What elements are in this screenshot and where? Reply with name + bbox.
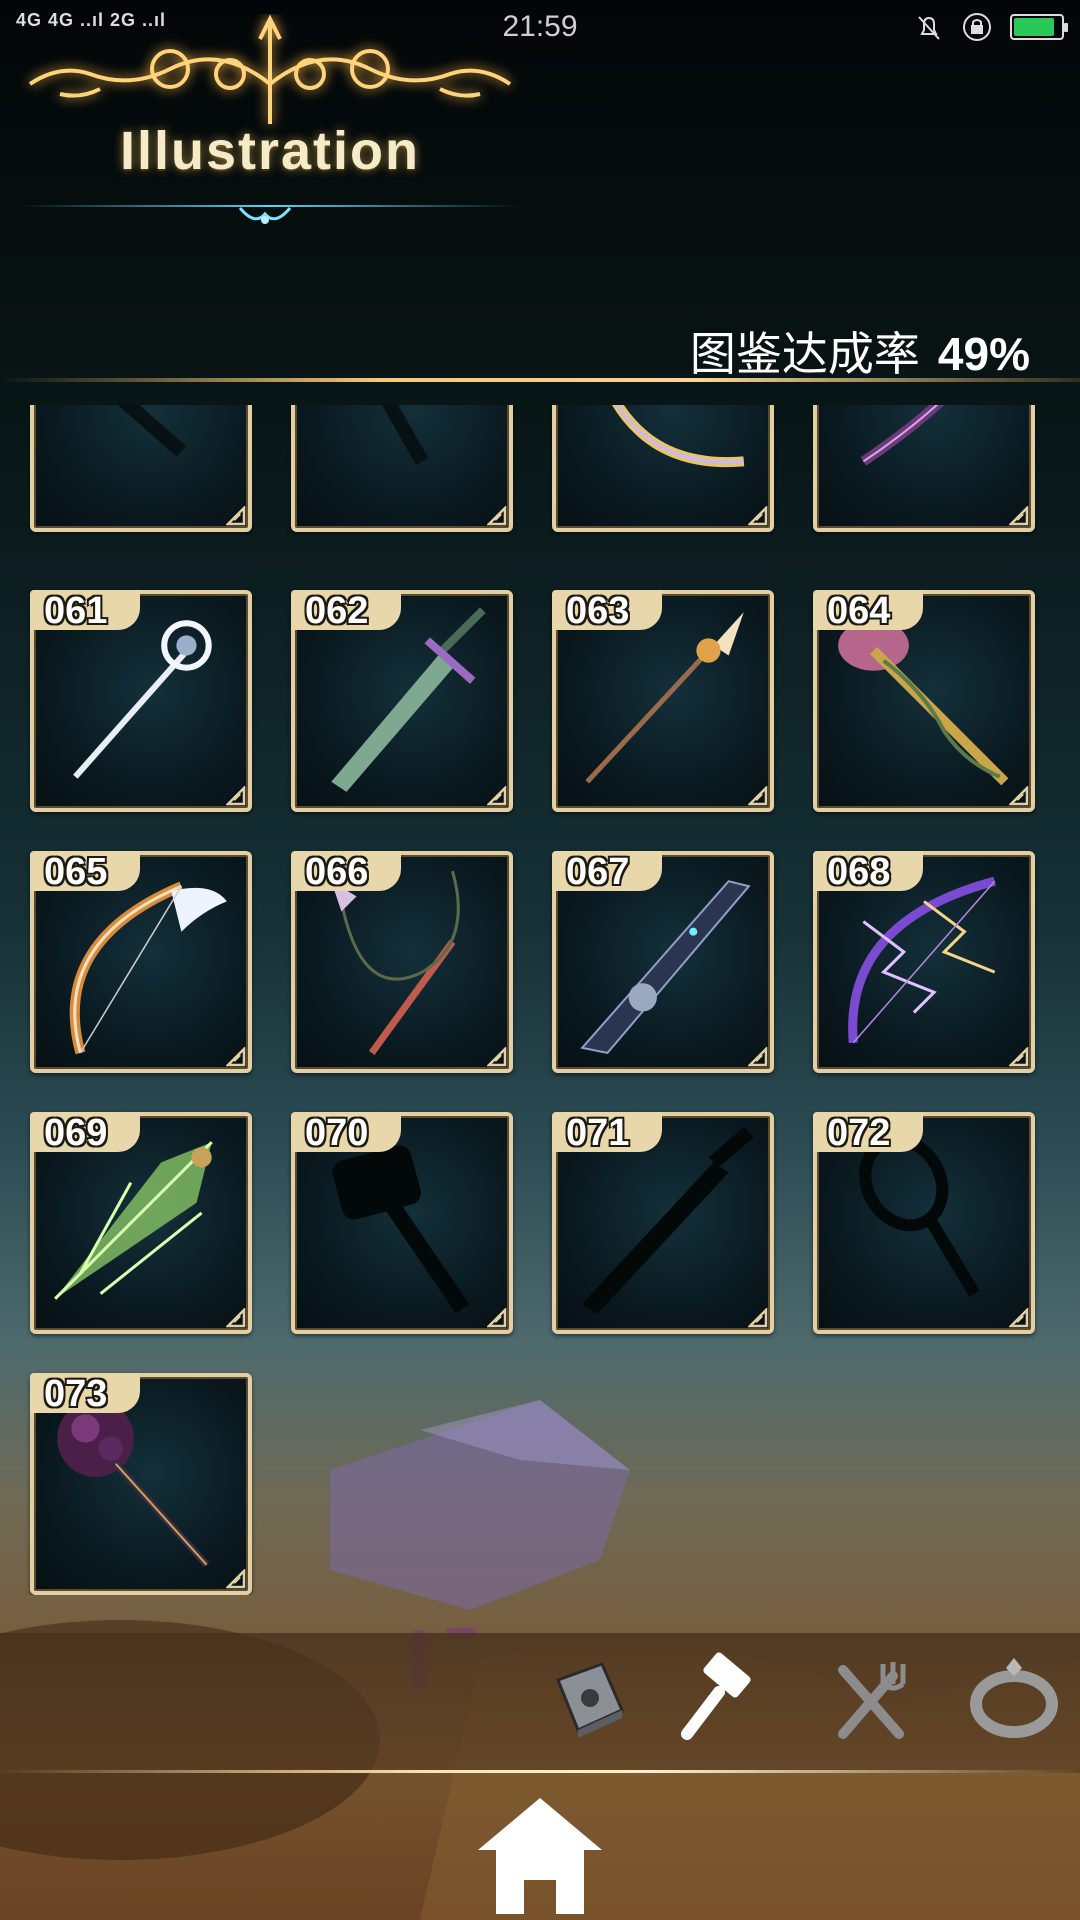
corner-badge-icon — [1009, 1308, 1029, 1328]
corner-badge-icon — [226, 1308, 246, 1328]
completion-percent: 49% — [937, 328, 1030, 380]
locked-silhouette-icon — [381, 405, 429, 465]
home-icon[interactable] — [470, 1790, 610, 1920]
bell-muted-icon — [918, 16, 940, 40]
illustration-card-068[interactable]: 068 — [813, 851, 1035, 1073]
locked-silhouette-icon — [117, 405, 187, 457]
corner-badge-icon — [748, 786, 768, 806]
corner-badge-icon — [226, 506, 246, 526]
corner-badge-icon — [1009, 506, 1029, 526]
illustration-card[interactable] — [30, 405, 252, 532]
card-number: 069 — [30, 1112, 140, 1154]
illustration-card-064[interactable]: 064 — [813, 590, 1035, 812]
corner-badge-icon — [1009, 1047, 1029, 1067]
bottom-divider — [0, 1770, 1080, 1773]
ring-icon[interactable] — [966, 1650, 1062, 1746]
corner-badge-icon — [487, 1308, 507, 1328]
illustration-card-070[interactable]: 070 — [291, 1112, 513, 1334]
page-title: Illustration — [119, 121, 420, 181]
rotation-lock-icon — [963, 13, 991, 41]
illustration-card-063[interactable]: 063 — [552, 590, 774, 812]
illustration-card[interactable] — [813, 405, 1035, 532]
golden-bow-icon — [612, 405, 745, 468]
completion-rate: 图鉴达成率 49% — [690, 318, 1030, 384]
illustration-card-069[interactable]: 069 — [30, 1112, 252, 1334]
illustration-card-071[interactable]: 071 — [552, 1112, 774, 1334]
card-number: 066 — [291, 851, 401, 893]
battery-charging-icon — [1010, 14, 1068, 40]
illustration-card-061[interactable]: 061 — [30, 590, 252, 812]
illustration-card-066[interactable]: 066 — [291, 851, 513, 1073]
card-number: 063 — [552, 590, 662, 632]
hammer-icon[interactable] — [675, 1650, 771, 1746]
card-number: 065 — [30, 851, 140, 893]
corner-badge-icon — [226, 786, 246, 806]
card-number: 062 — [291, 590, 401, 632]
corner-badge-icon — [487, 1047, 507, 1067]
illustration-card-067[interactable]: 067 — [552, 851, 774, 1073]
card-number: 061 — [30, 590, 140, 632]
illustration-grid[interactable]: 061 062 063 064 065 066 067 068 069 070 … — [0, 405, 1080, 1595]
thorn-bow-icon — [860, 405, 945, 466]
illustration-card-073[interactable]: 073 — [30, 1373, 252, 1595]
corner-badge-icon — [748, 1308, 768, 1328]
card-number: 068 — [813, 851, 923, 893]
completion-label: 图鉴达成率 — [689, 328, 920, 380]
card-number: 072 — [813, 1112, 923, 1154]
corner-badge-icon — [487, 506, 507, 526]
fork-knife-icon[interactable] — [823, 1650, 919, 1746]
gold-scroll-ornament-icon — [28, 14, 512, 124]
card-number: 071 — [552, 1112, 662, 1154]
blue-ornament-icon — [238, 207, 292, 224]
corner-badge-icon — [748, 1047, 768, 1067]
card-number: 070 — [291, 1112, 401, 1154]
illustration-card-062[interactable]: 062 — [291, 590, 513, 812]
illustration-card-072[interactable]: 072 — [813, 1112, 1035, 1334]
page-header: Illustration — [0, 0, 540, 240]
corner-badge-icon — [226, 1047, 246, 1067]
illustration-card[interactable] — [552, 405, 774, 532]
corner-badge-icon — [226, 1569, 246, 1589]
illustration-card[interactable] — [291, 405, 513, 532]
header-divider — [0, 378, 1080, 382]
card-number: 064 — [813, 590, 923, 632]
corner-badge-icon — [487, 786, 507, 806]
corner-badge-icon — [748, 506, 768, 526]
book-icon[interactable] — [540, 1650, 636, 1746]
card-number: 073 — [30, 1373, 140, 1415]
corner-badge-icon — [1009, 786, 1029, 806]
illustration-card-065[interactable]: 065 — [30, 851, 252, 1073]
card-number: 067 — [552, 851, 662, 893]
